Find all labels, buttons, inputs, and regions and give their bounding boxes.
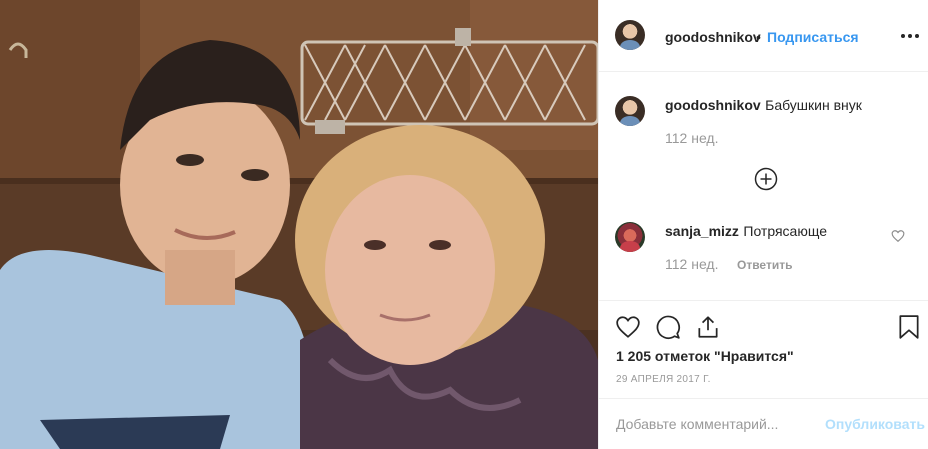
- add-comment-section: Опубликовать: [599, 398, 928, 449]
- caption-username[interactable]: goodoshnikov: [665, 97, 761, 113]
- plus-circle-icon[interactable]: [754, 167, 778, 191]
- post-header: goodoshnikov • Подписаться: [599, 0, 928, 72]
- reply-button[interactable]: Ответить: [737, 258, 792, 272]
- comment-like-icon[interactable]: [891, 229, 905, 243]
- publish-button[interactable]: Опубликовать: [825, 416, 925, 432]
- bookmark-icon[interactable]: [896, 314, 922, 340]
- post-date[interactable]: 29 апреля 2017 г.: [616, 374, 711, 385]
- caption-text: Бабушкин внук: [765, 97, 862, 113]
- follow-button[interactable]: Подписаться: [767, 29, 859, 45]
- author-avatar[interactable]: [615, 20, 645, 50]
- commenter-avatar[interactable]: [615, 222, 645, 252]
- likes-count[interactable]: 1 205 отметок "Нравится": [616, 348, 794, 364]
- like-icon[interactable]: [615, 314, 641, 340]
- more-options-icon[interactable]: [901, 26, 919, 44]
- share-icon[interactable]: [695, 314, 721, 340]
- comment-text: Потрясающе: [743, 223, 827, 239]
- header-separator: •: [756, 29, 761, 45]
- caption-avatar[interactable]: [615, 96, 645, 126]
- caption: goodoshnikov Бабушкин внук: [665, 97, 862, 115]
- comment: sanja_mizz Потрясающе: [665, 223, 827, 241]
- post-sidebar: goodoshnikov • Подписаться goodoshnikov …: [598, 0, 928, 449]
- comment-icon[interactable]: [655, 314, 681, 340]
- post-actions: 1 205 отметок "Нравится" 29 апреля 2017 …: [599, 300, 928, 410]
- comment-input[interactable]: [616, 414, 821, 434]
- comment-username[interactable]: sanja_mizz: [665, 223, 739, 239]
- photo-illustration: [0, 0, 598, 449]
- comment-time[interactable]: 112 нед.: [665, 256, 718, 272]
- post-photo[interactable]: [0, 0, 598, 449]
- caption-time[interactable]: 112 нед.: [665, 130, 718, 146]
- author-username[interactable]: goodoshnikov: [665, 29, 761, 45]
